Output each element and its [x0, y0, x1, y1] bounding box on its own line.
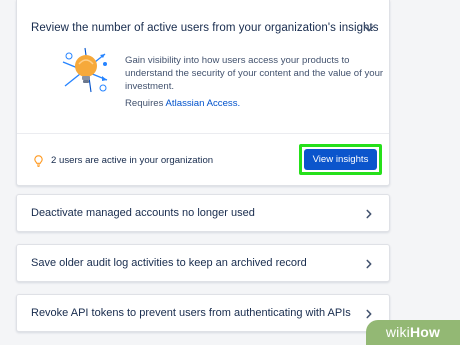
divider: [17, 133, 389, 134]
chevron-right-icon[interactable]: [363, 208, 375, 220]
insights-card: Review the number of active users from y…: [16, 0, 390, 186]
page: Review the number of active users from y…: [0, 0, 460, 345]
watermark-how: How: [409, 324, 441, 340]
atlassian-access-link[interactable]: Atlassian Access.: [166, 98, 241, 109]
task-row-label: Save older audit log activities to keep …: [31, 257, 307, 269]
lightbulb-icon: [34, 154, 43, 167]
view-insights-button[interactable]: View insights: [304, 149, 377, 170]
chevron-right-icon[interactable]: [363, 258, 375, 270]
insights-card-title: Review the number of active users from y…: [31, 22, 379, 34]
task-row[interactable]: Save older audit log activities to keep …: [16, 244, 390, 282]
chevron-right-icon[interactable]: [363, 308, 375, 320]
watermark-wiki: wiki: [385, 324, 410, 340]
requires-text: Requires Atlassian Access.: [125, 98, 240, 109]
insights-description: Gain visibility into how users access yo…: [125, 55, 384, 92]
requires-prefix: Requires: [125, 98, 166, 109]
task-row[interactable]: Revoke API tokens to prevent users from …: [16, 294, 390, 332]
insights-illustration: [61, 46, 111, 94]
task-row-label: Deactivate managed accounts no longer us…: [31, 207, 255, 219]
wikihow-watermark: wikiHow: [366, 320, 460, 345]
task-row[interactable]: Deactivate managed accounts no longer us…: [16, 194, 390, 232]
chevron-down-icon[interactable]: [363, 23, 375, 35]
task-row-label: Revoke API tokens to prevent users from …: [31, 307, 351, 319]
active-users-status: 2 users are active in your organization: [51, 155, 214, 166]
